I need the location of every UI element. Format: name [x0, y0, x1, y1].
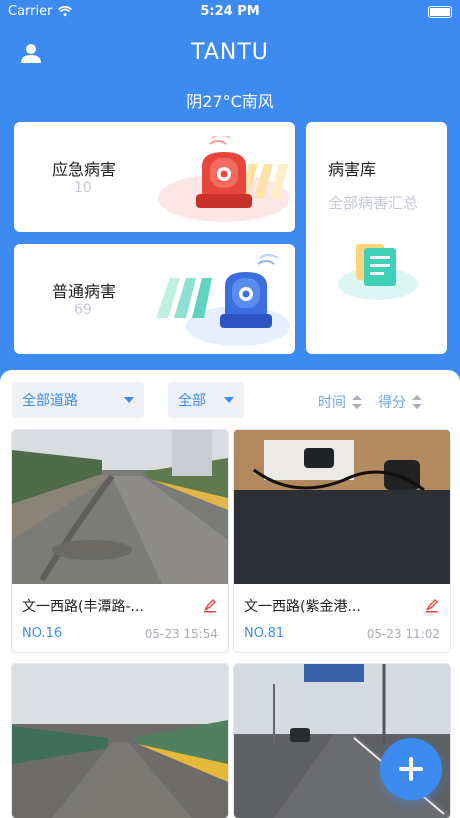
battery-icon: [428, 6, 452, 18]
siren-blue-icon: [156, 254, 290, 346]
sort-score-label: 得分: [378, 395, 406, 411]
issue-date: 05-23 11:02: [366, 627, 440, 641]
emergency-label: 应急病害: [52, 160, 117, 179]
edit-icon[interactable]: [202, 597, 218, 613]
issue-title: 文一西路(丰潭路-...: [22, 599, 144, 615]
library-label: 病害库: [328, 160, 377, 179]
type-dropdown-label: 全部: [178, 393, 206, 409]
app-title: TANTU: [191, 40, 269, 65]
sort-time-button[interactable]: 时间: [318, 392, 362, 412]
issue-card[interactable]: 文一西路(紫金港... NO.81 05-23 11:02: [234, 430, 450, 652]
add-button[interactable]: [380, 738, 442, 800]
sort-icon: [412, 395, 422, 409]
road-photo: [12, 664, 228, 818]
normal-count: 69: [74, 302, 92, 318]
issue-title: 文一西路(紫金港...: [244, 599, 361, 615]
library-card[interactable]: 病害库 全部病害汇总: [306, 122, 447, 354]
weather-info: 阴27°C南风: [186, 92, 274, 111]
normal-card[interactable]: 普通病害 69: [14, 244, 295, 354]
emergency-count: 10: [74, 180, 92, 196]
issue-card[interactable]: [12, 664, 228, 818]
sort-time-label: 时间: [318, 395, 346, 411]
status-time: 5:24 PM: [200, 4, 260, 19]
sort-icon: [352, 395, 362, 409]
device-photo: [234, 430, 450, 584]
document-icon: [338, 244, 418, 300]
emergency-card[interactable]: 应急病害 10: [14, 122, 295, 232]
status-bar: Carrier 5:24 PM: [0, 0, 460, 24]
road-dropdown[interactable]: 全部道路: [12, 382, 144, 418]
sort-score-button[interactable]: 得分: [378, 392, 422, 412]
edit-icon[interactable]: [424, 597, 440, 613]
road-dropdown-label: 全部道路: [22, 393, 78, 409]
library-subtitle: 全部病害汇总: [328, 194, 419, 212]
type-dropdown[interactable]: 全部: [168, 382, 244, 418]
normal-label: 普通病害: [52, 282, 117, 301]
filter-bar: 全部道路 全部 时间 得分: [0, 370, 460, 430]
siren-icon: [158, 136, 290, 222]
road-photo: [12, 430, 228, 584]
issue-date: 05-23 15:54: [144, 627, 218, 641]
chevron-down-icon: [224, 397, 234, 403]
issue-number: NO.81: [244, 626, 285, 641]
chevron-down-icon: [124, 397, 134, 403]
issue-card[interactable]: 文一西路(丰潭路-... NO.16 05-23 15:54: [12, 430, 228, 652]
issue-number: NO.16: [22, 626, 63, 641]
